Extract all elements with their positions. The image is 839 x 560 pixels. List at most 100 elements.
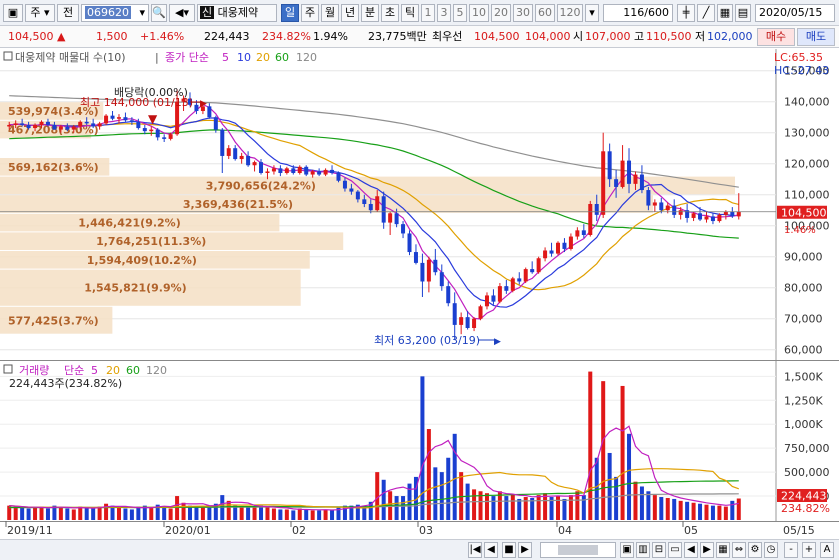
chart-area[interactable]: 539,974(3.4%) 467,208(3.0%) 569,162(3.6%) 3… [0,49,839,540]
volume-bar[interactable] [672,498,677,520]
candle-body[interactable] [678,210,683,215]
volume-bar[interactable] [20,507,25,520]
volume-bar[interactable] [259,505,264,520]
indicator-icon[interactable]: ╪ [677,4,695,22]
candle-body[interactable] [58,126,63,130]
period-year-button[interactable]: 년 [341,4,359,22]
period-minute-button[interactable]: 분 [361,4,379,22]
auto-scale-button[interactable]: A [820,542,834,558]
candle-body[interactable] [672,205,677,215]
scroll-thumb[interactable] [558,545,598,555]
candle-body[interactable] [646,190,651,206]
interval-dropdown[interactable]: ▾ [585,4,599,22]
candle-body[interactable] [413,252,418,263]
volume-bar[interactable] [665,497,670,520]
volume-bar[interactable] [588,371,593,520]
volume-bar[interactable] [78,506,83,520]
count-input[interactable]: 116/600 [603,4,673,22]
candle-body[interactable] [129,120,134,122]
candle-body[interactable] [627,160,632,184]
volume-bar[interactable] [200,507,205,520]
candle-body[interactable] [394,213,399,225]
shrink-icon[interactable]: ▭ [668,542,682,558]
candle-body[interactable] [478,306,483,319]
candle-body[interactable] [26,124,31,129]
volume-bar[interactable] [517,498,522,520]
volume-bar[interactable] [633,481,638,520]
candle-body[interactable] [116,117,121,119]
candle-body[interactable] [233,148,238,160]
candle-body[interactable] [472,318,477,328]
candle-body[interactable] [149,129,154,132]
volume-bar[interactable] [659,497,664,520]
candle-body[interactable] [13,123,18,125]
volume-bar[interactable] [433,467,438,520]
zoom-fit-icon[interactable]: ▣ [620,542,634,558]
volume-bar[interactable] [33,507,38,520]
candle-body[interactable] [355,191,360,200]
grid-icon[interactable]: ▦ [717,4,733,22]
candle-body[interactable] [65,126,70,130]
volume-bar[interactable] [536,495,541,520]
scroll-right-icon[interactable]: ▶ [700,542,714,558]
split-icon[interactable]: ▥ [636,542,650,558]
candle-body[interactable] [349,188,354,192]
volume-bar[interactable] [717,505,722,520]
prefix-button[interactable]: 전 [57,4,79,22]
volume-bar[interactable] [691,502,696,520]
sell-button[interactable]: 매도 [797,28,835,46]
candle-body[interactable] [194,104,199,111]
candle-body[interactable] [304,166,309,175]
market-select[interactable]: 주 ▾ [25,4,55,22]
candle-body[interactable] [659,202,664,211]
candle-body[interactable] [39,121,44,125]
candle-body[interactable] [310,171,315,175]
period-day-button[interactable]: 일 [281,4,299,22]
volume-bar[interactable] [265,506,270,520]
candle-body[interactable] [239,155,244,160]
volume-bar[interactable] [310,510,315,520]
candle-body[interactable] [607,151,612,180]
candle-body[interactable] [581,230,586,235]
volume-bar[interactable] [317,510,322,520]
candle-body[interactable] [504,286,509,291]
candle-body[interactable] [543,250,548,259]
volume-bar[interactable] [484,493,489,520]
volume-bar[interactable] [581,495,586,520]
volume-bar[interactable] [504,496,509,520]
volume-bar[interactable] [129,509,134,520]
period-week-button[interactable]: 주 [301,4,319,22]
candle-body[interactable] [246,155,251,166]
candle-body[interactable] [291,168,296,173]
candle-body[interactable] [575,230,580,237]
candle-body[interactable] [420,262,425,282]
candle-body[interactable] [652,202,657,206]
speaker-icon[interactable]: ◀▾ [169,4,195,22]
volume-bar[interactable] [13,506,18,520]
chart-type-icon[interactable]: ▦ [716,542,730,558]
chart-svg[interactable]: 539,974(3.4%)467,208(3.0%)569,162(3.6%)3… [0,49,839,540]
candle-body[interactable] [588,204,593,235]
volume-bar[interactable] [698,503,703,520]
candle-body[interactable] [704,216,709,220]
candle-body[interactable] [342,180,347,189]
volume-bar[interactable] [652,495,657,520]
candle-body[interactable] [594,204,599,215]
candle-body[interactable] [104,115,109,124]
candle-body[interactable] [110,115,115,119]
volume-bar[interactable] [58,507,63,520]
volume-bar[interactable] [233,505,238,520]
volume-bar[interactable] [627,433,632,520]
period-second-button[interactable]: 초 [381,4,399,22]
volume-bar[interactable] [439,472,444,520]
candle-body[interactable] [465,317,470,328]
volume-bar[interactable] [291,510,296,520]
candle-body[interactable] [452,303,457,325]
next-icon[interactable]: ▶ [518,542,532,558]
candle-body[interactable] [665,205,670,211]
candle-body[interactable] [601,151,606,215]
candle-body[interactable] [439,272,444,287]
candle-body[interactable] [568,236,573,249]
candle-body[interactable] [497,286,502,302]
window-menu-icon[interactable]: ▣ [3,4,23,22]
